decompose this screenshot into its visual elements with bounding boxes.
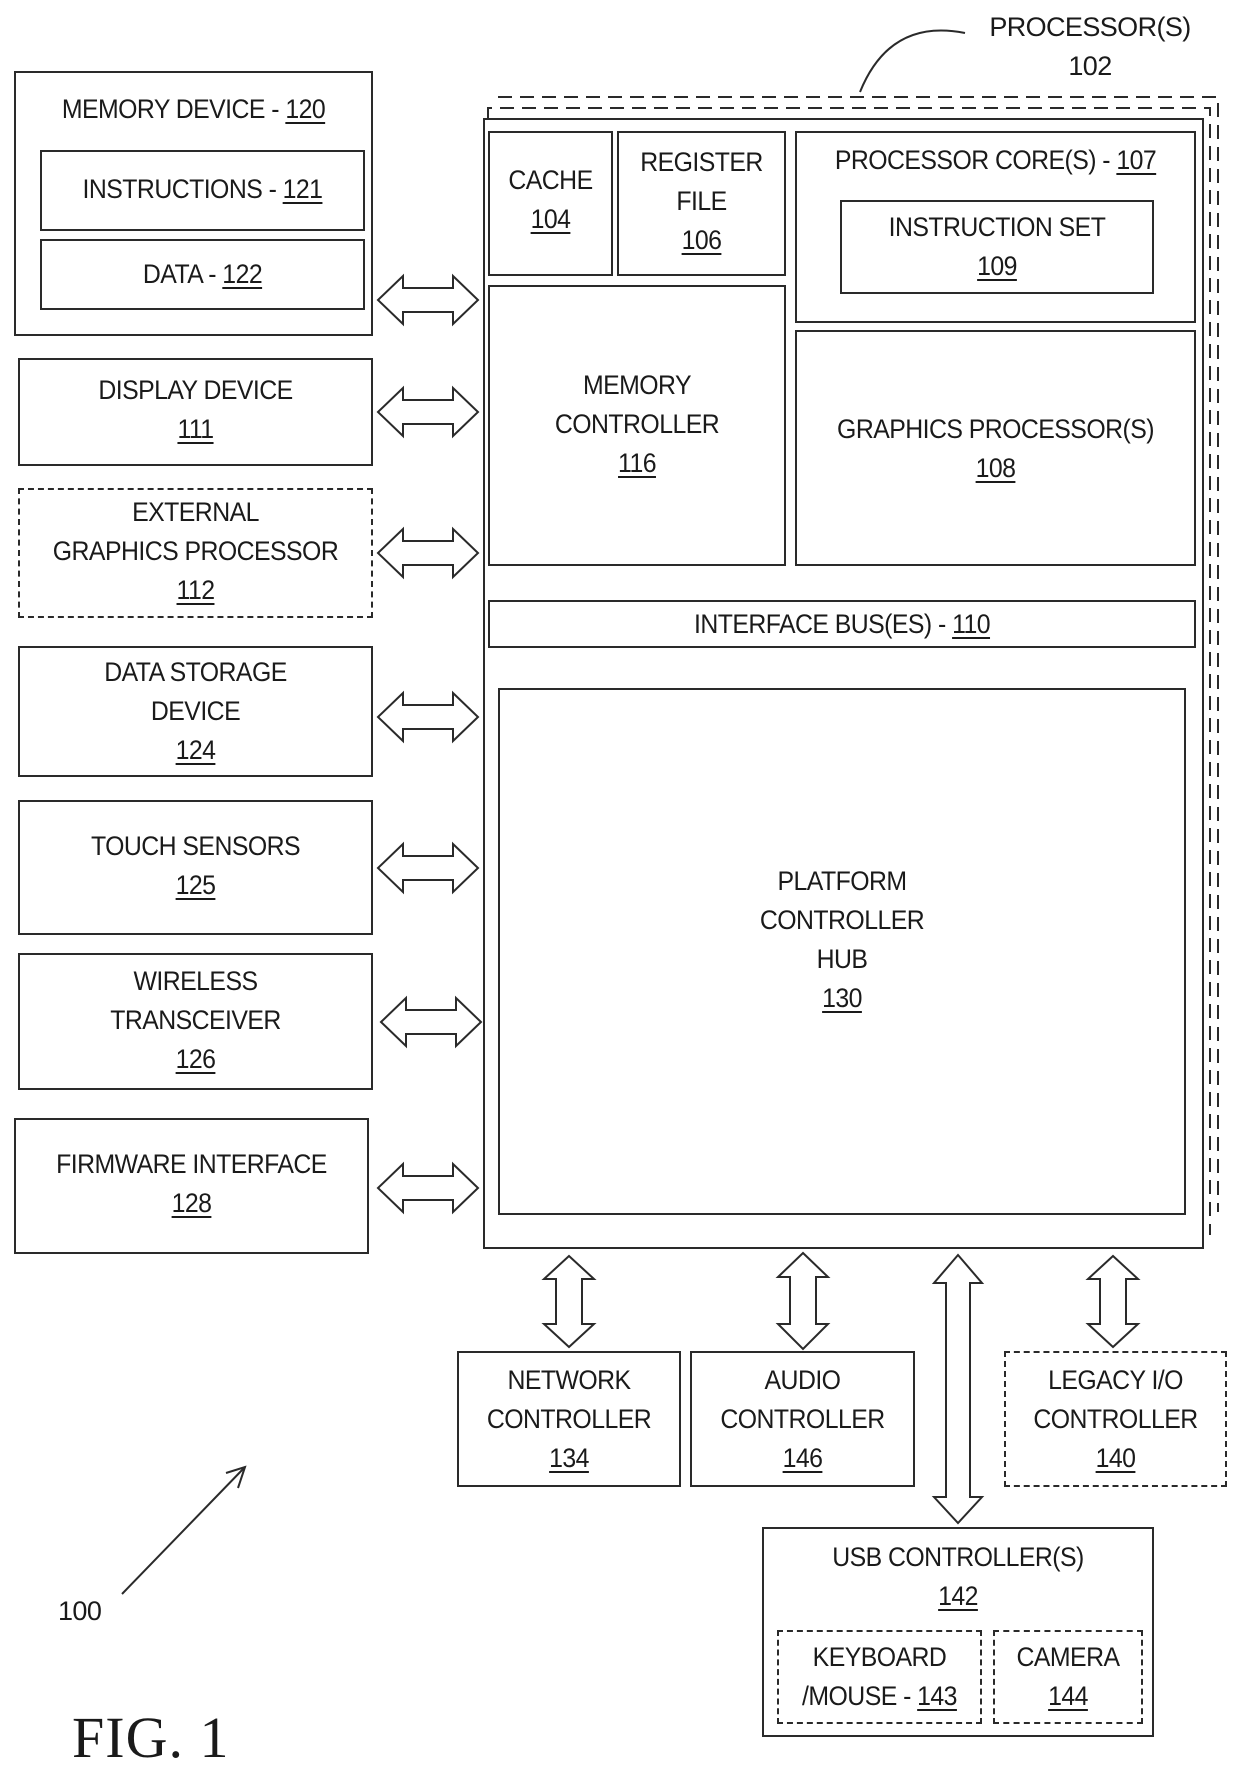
- legacy-io-label-line1: LEGACY I/O: [1048, 1365, 1183, 1395]
- external-graphics-ref: 112: [176, 575, 216, 605]
- wireless-label-line1: WIRELESS: [133, 966, 259, 996]
- data-storage-device-box[interactable]: DATA STORAGE DEVICE 124: [18, 646, 373, 777]
- memory-controller-box[interactable]: MEMORY CONTROLLER 116: [488, 285, 786, 566]
- processor-ref: 102: [1068, 51, 1112, 81]
- display-device-box[interactable]: DISPLAY DEVICE 111: [18, 358, 373, 466]
- interface-bus-ref: 110: [952, 609, 991, 639]
- display-device-label: DISPLAY DEVICE: [98, 375, 293, 405]
- processor-label: PROCESSOR(S) 102: [975, 8, 1205, 86]
- register-file-label-line2: FILE: [676, 186, 727, 216]
- pch-label-line3: HUB: [816, 944, 868, 974]
- memory-device-box[interactable]: MEMORY DEVICE - 120 INSTRUCTIONS - 121 D…: [14, 71, 373, 336]
- system-ref-label: 100: [58, 1596, 102, 1626]
- legacy-io-label-line2: CONTROLLER: [1033, 1404, 1198, 1434]
- pch-label-line2: CONTROLLER: [759, 905, 925, 935]
- instructions-label: INSTRUCTIONS -: [82, 174, 283, 204]
- camera-box[interactable]: CAMERA 144: [993, 1630, 1143, 1724]
- data-ref: 122: [222, 259, 263, 289]
- double-arrow-wireless: [379, 995, 483, 1049]
- audio-controller-ref: 146: [782, 1443, 823, 1473]
- keyboard-mouse-label-line1: KEYBOARD: [812, 1642, 947, 1672]
- double-arrow-audio: [775, 1251, 831, 1351]
- usb-controller-label: USB CONTROLLER(S): [832, 1542, 1084, 1572]
- data-box[interactable]: DATA - 122: [40, 239, 365, 310]
- network-controller-box[interactable]: NETWORK CONTROLLER 134: [457, 1351, 681, 1487]
- graphics-processor-label: GRAPHICS PROCESSOR(S): [837, 414, 1154, 444]
- figure-title: FIG. 1: [72, 1705, 230, 1770]
- double-arrow-memory: [376, 273, 480, 327]
- double-arrow-display: [376, 385, 480, 439]
- interface-bus-label: INTERFACE BUS(ES) -: [693, 609, 953, 639]
- cache-label: CACHE: [508, 165, 593, 195]
- audio-controller-box[interactable]: AUDIO CONTROLLER 146: [690, 1351, 915, 1487]
- double-arrow-network: [541, 1254, 597, 1349]
- keyboard-mouse-box[interactable]: KEYBOARD /MOUSE - 143: [777, 1630, 982, 1724]
- double-arrow-external-graphics: [376, 526, 480, 580]
- data-label: DATA -: [142, 259, 223, 289]
- memory-device-ref: 120: [285, 94, 326, 124]
- register-file-ref: 106: [681, 225, 722, 255]
- legacy-io-ref: 140: [1095, 1443, 1136, 1473]
- pch-ref: 130: [822, 983, 862, 1013]
- double-arrow-touch-sensors: [376, 841, 480, 895]
- network-controller-ref: 134: [549, 1443, 589, 1473]
- wireless-transceiver-box[interactable]: WIRELESS TRANSCEIVER 126: [18, 953, 373, 1090]
- data-storage-label-line1: DATA STORAGE: [104, 657, 287, 687]
- platform-controller-hub-box[interactable]: PLATFORM CONTROLLER HUB 130: [498, 688, 1186, 1215]
- external-graphics-label-line2: GRAPHICS PROCESSOR: [52, 536, 339, 566]
- audio-controller-label-line1: AUDIO: [764, 1365, 841, 1395]
- double-arrow-usb: [931, 1253, 985, 1525]
- camera-ref: 144: [1048, 1681, 1088, 1711]
- firmware-interface-ref: 128: [171, 1188, 212, 1218]
- data-storage-label-line2: DEVICE: [150, 696, 241, 726]
- audio-controller-label-line2: CONTROLLER: [720, 1404, 885, 1434]
- keyboard-mouse-ref: 143: [917, 1681, 957, 1711]
- external-graphics-processor-box[interactable]: EXTERNAL GRAPHICS PROCESSOR 112: [18, 488, 373, 618]
- graphics-processor-box[interactable]: GRAPHICS PROCESSOR(S) 108: [795, 330, 1196, 566]
- cache-ref: 104: [530, 204, 571, 234]
- touch-sensors-label: TOUCH SENSORS: [90, 831, 301, 861]
- double-arrow-data-storage: [376, 690, 480, 744]
- touch-sensors-ref: 125: [175, 870, 216, 900]
- memory-controller-label-line1: MEMORY: [582, 370, 692, 400]
- interface-bus-box[interactable]: INTERFACE BUS(ES) - 110: [488, 600, 1196, 648]
- instruction-set-ref: 109: [977, 251, 1017, 281]
- firmware-interface-label: FIRMWARE INTERFACE: [56, 1149, 327, 1179]
- graphics-processor-ref: 108: [975, 453, 1016, 483]
- usb-controller-ref: 142: [938, 1581, 978, 1611]
- display-device-ref: 111: [177, 414, 214, 444]
- processor-core-box[interactable]: PROCESSOR CORE(S) - 107 INSTRUCTION SET …: [795, 131, 1196, 323]
- register-file-box[interactable]: REGISTER FILE 106: [617, 131, 786, 276]
- instruction-set-box[interactable]: INSTRUCTION SET 109: [840, 200, 1154, 294]
- wireless-label-line2: TRANSCEIVER: [110, 1005, 281, 1035]
- system-ref-arrowhead-icon: [225, 1465, 247, 1489]
- wireless-ref: 126: [175, 1044, 216, 1074]
- firmware-interface-box[interactable]: FIRMWARE INTERFACE 128: [14, 1118, 369, 1254]
- usb-controller-box[interactable]: USB CONTROLLER(S) 142 KEYBOARD /MOUSE - …: [762, 1527, 1154, 1737]
- touch-sensors-box[interactable]: TOUCH SENSORS 125: [18, 800, 373, 935]
- network-controller-label-line2: CONTROLLER: [486, 1404, 652, 1434]
- data-storage-ref: 124: [175, 735, 216, 765]
- instruction-set-label: INSTRUCTION SET: [888, 212, 1106, 242]
- processor-core-ref: 107: [1116, 145, 1157, 175]
- keyboard-mouse-label-line2: /MOUSE -: [802, 1681, 918, 1711]
- register-file-label-line1: REGISTER: [640, 147, 763, 177]
- processor-leader-line: [859, 29, 966, 93]
- system-ref-leader-line: [121, 1466, 246, 1595]
- processor-core-label: PROCESSOR CORE(S) -: [834, 145, 1117, 175]
- pch-label-line1: PLATFORM: [777, 866, 907, 896]
- network-controller-label-line1: NETWORK: [507, 1365, 631, 1395]
- memory-device-label: MEMORY DEVICE -: [61, 94, 286, 124]
- memory-controller-ref: 116: [618, 448, 657, 478]
- instructions-ref: 121: [282, 174, 323, 204]
- legacy-io-controller-box[interactable]: LEGACY I/O CONTROLLER 140: [1004, 1351, 1227, 1487]
- instructions-box[interactable]: INSTRUCTIONS - 121: [40, 150, 365, 231]
- double-arrow-legacy-io: [1085, 1254, 1141, 1349]
- processor-label-text: PROCESSOR(S): [989, 12, 1191, 42]
- external-graphics-label-line1: EXTERNAL: [132, 497, 259, 527]
- double-arrow-firmware: [376, 1161, 480, 1215]
- camera-label: CAMERA: [1016, 1642, 1121, 1672]
- cache-box[interactable]: CACHE 104: [488, 131, 613, 276]
- memory-controller-label-line2: CONTROLLER: [554, 409, 720, 439]
